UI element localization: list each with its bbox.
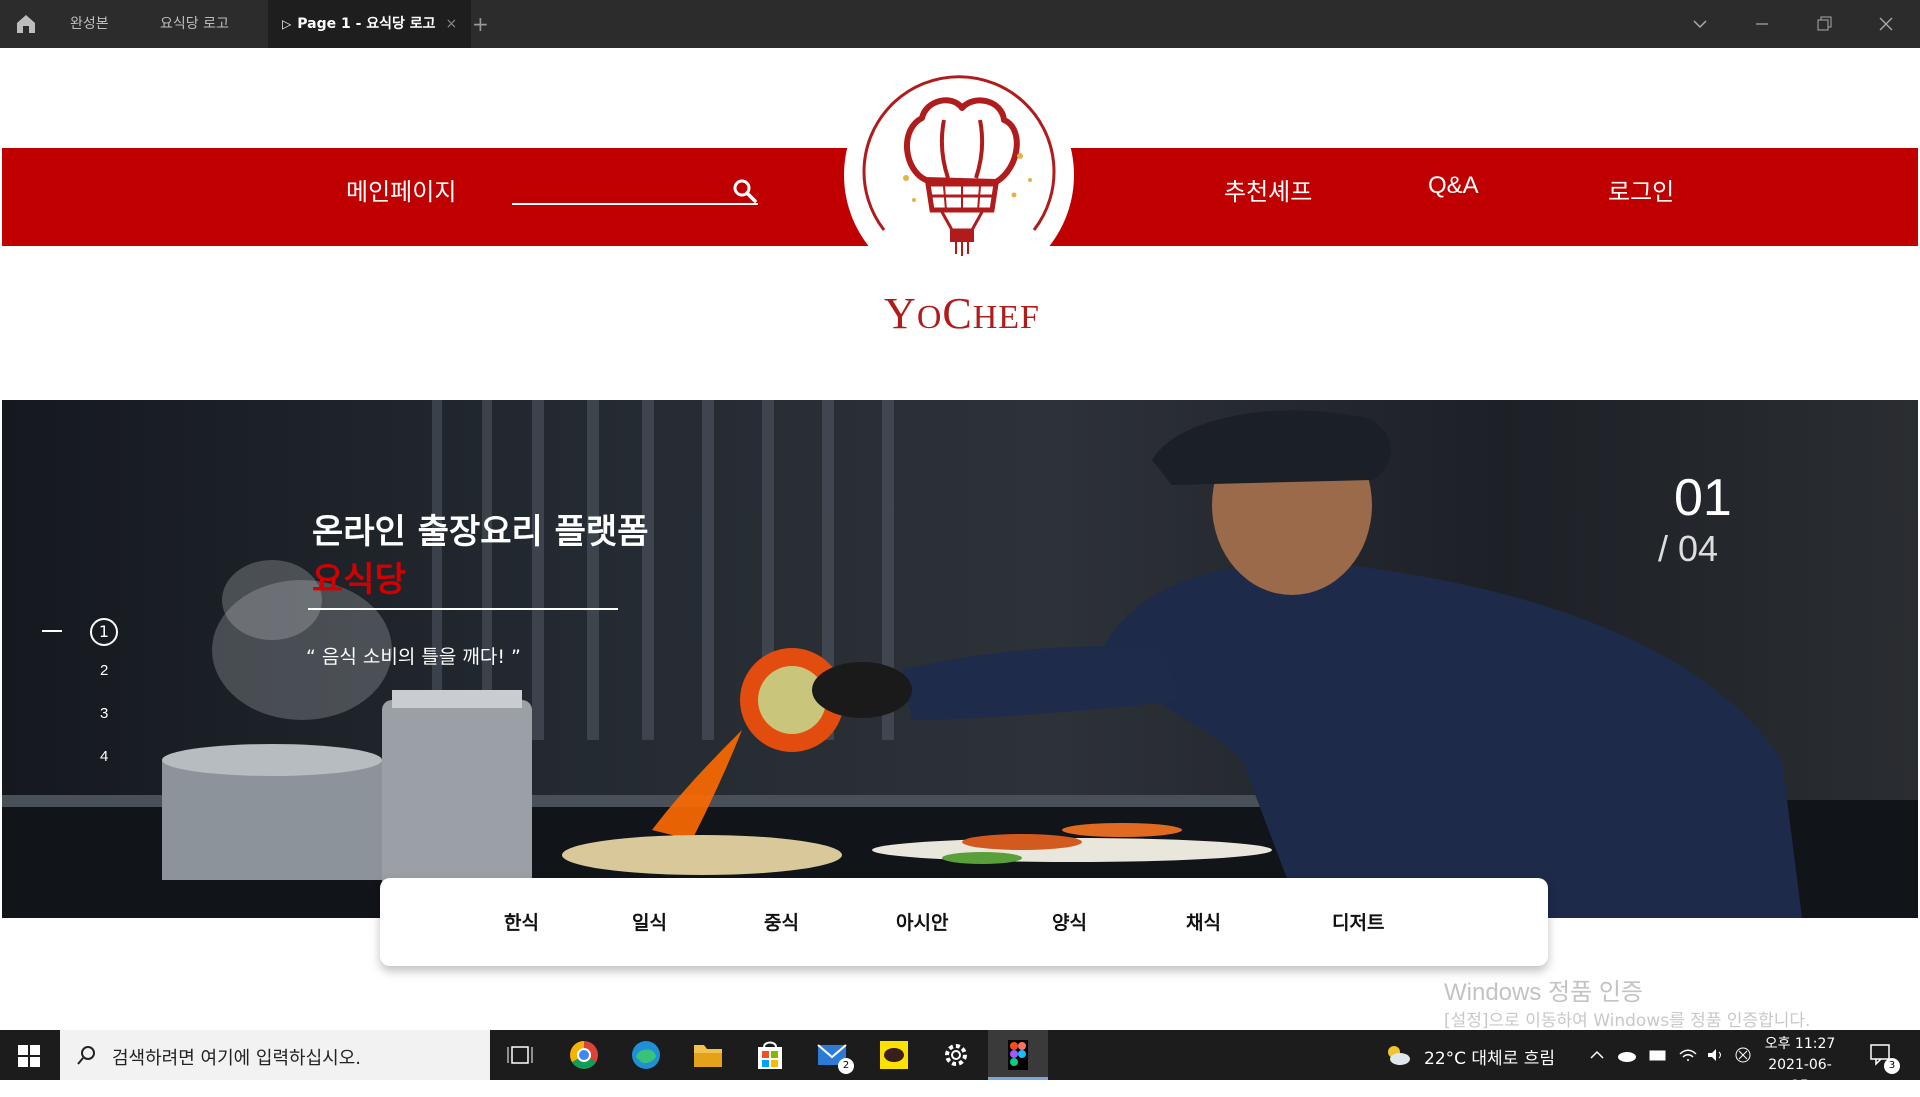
category-western[interactable]: 양식 [1052,908,1087,935]
activation-watermark-text: [설정]으로 이동하여 Windows를 정품 인증합니다. [1444,1011,1811,1030]
chevron-up-icon[interactable] [1588,1046,1606,1064]
brand-wordmark: YOCHEF [884,289,1040,338]
close-window-icon[interactable] [1866,0,1906,48]
windows-start-icon[interactable] [18,1045,40,1067]
ime-off-icon[interactable] [1734,1046,1752,1064]
chef-hat-logo-icon[interactable] [844,60,1074,290]
tab-label: Page 1 - 요식당 로고 [297,16,436,32]
search-icon [77,1046,95,1065]
hero-banner[interactable]: 온라인 출장요리 플랫폼 요식당 “ 음식 소비의 틀을 깨다! ” 01 / … [2,400,1918,918]
tab-page1-logo[interactable]: ▷ Page 1 - 요식당 로고 × [268,0,472,48]
chef-kitchen-photo [2,400,1918,918]
activation-watermark-title: Windows 정품 인증 [1444,979,1644,1006]
task-view-icon[interactable] [496,1035,544,1075]
restore-icon[interactable] [1804,0,1844,48]
hero-quote: “ 음식 소비의 틀을 깨다! ” [306,646,521,668]
category-bar: 한식 일식 중식 아시안 양식 채식 디저트 [380,878,1548,966]
category-dessert[interactable]: 디저트 [1332,908,1384,935]
slide-counter-current: 01 [1674,469,1732,527]
category-vegetarian[interactable]: 채식 [1186,908,1221,935]
webpage-canvas: 메인페이지 추천셰프 Q&A 로그인 YOCHEF 온라인 출장요리 플랫폼 요… [2,48,1918,1030]
pager-item-4[interactable]: 4 [100,748,108,765]
home-icon[interactable] [14,12,38,36]
figma-icon [1008,1040,1028,1070]
nav-login[interactable]: 로그인 [1608,172,1674,207]
tab-logo[interactable]: 요식당 로고 [160,0,229,48]
add-tab-button[interactable]: + [472,0,489,48]
chevron-down-icon[interactable] [1680,0,1720,48]
minimize-icon[interactable] [1742,0,1782,48]
figma-taskbar-active[interactable] [988,1030,1048,1080]
play-icon[interactable]: ▷ [282,0,291,48]
pager-dash [42,630,62,632]
search-icon[interactable] [732,178,758,204]
chrome-icon[interactable] [560,1035,608,1075]
clock-time: 오후 11:27 [1764,1036,1836,1052]
nav-recommended-chefs[interactable]: 추천셰프 [1224,172,1312,207]
windows-taskbar: 검색하려면 여기에 입력하십시오. 2 22°C 대체로 흐림 오후 11:27… [0,1030,1920,1094]
battery-icon[interactable] [1648,1046,1668,1064]
kakaotalk-icon[interactable] [870,1035,918,1075]
clock-date: 2021-06-25 [1768,1057,1832,1094]
category-japanese[interactable]: 일식 [632,908,667,935]
nav-qna[interactable]: Q&A [1428,172,1479,200]
system-clock[interactable]: 오후 11:27 2021-06-25 [1760,1034,1840,1097]
weather-text[interactable]: 22°C 대체로 흐림 [1424,1044,1555,1069]
settings-gear-icon[interactable] [932,1035,980,1075]
hero-divider [308,608,618,610]
pager-item-1[interactable]: 1 [90,618,118,646]
app-titlebar: 완성본 요식당 로고 ▷ Page 1 - 요식당 로고 × + [0,0,1920,48]
taskbar-search-input[interactable]: 검색하려면 여기에 입력하십시오. [60,1030,490,1080]
mail-badge: 2 [838,1058,854,1074]
nav-main-page[interactable]: 메인페이지 [346,172,456,207]
onedrive-cloud-icon[interactable] [1616,1046,1638,1064]
weather-icon[interactable] [1382,1042,1412,1068]
notification-badge: 3 [1884,1058,1900,1074]
category-korean[interactable]: 한식 [504,908,539,935]
close-tab-icon[interactable]: × [446,16,458,32]
category-asian[interactable]: 아시안 [896,908,948,935]
store-icon[interactable] [746,1035,794,1075]
edge-icon[interactable] [622,1035,670,1075]
category-chinese[interactable]: 중식 [764,908,799,935]
taskbar-search-placeholder: 검색하려면 여기에 입력하십시오. [112,1048,362,1069]
pager-item-2[interactable]: 2 [100,662,108,679]
hero-subtitle: 요식당 [312,560,406,600]
wifi-icon[interactable] [1678,1046,1698,1064]
slide-counter-total: / 04 [1658,528,1719,569]
tab-final[interactable]: 완성본 [70,0,109,48]
search-input[interactable] [512,203,758,205]
pager-item-3[interactable]: 3 [100,705,108,722]
hero-title: 온라인 출장요리 플랫폼 [312,512,649,552]
file-explorer-icon[interactable] [684,1035,732,1075]
volume-icon[interactable] [1706,1046,1726,1064]
